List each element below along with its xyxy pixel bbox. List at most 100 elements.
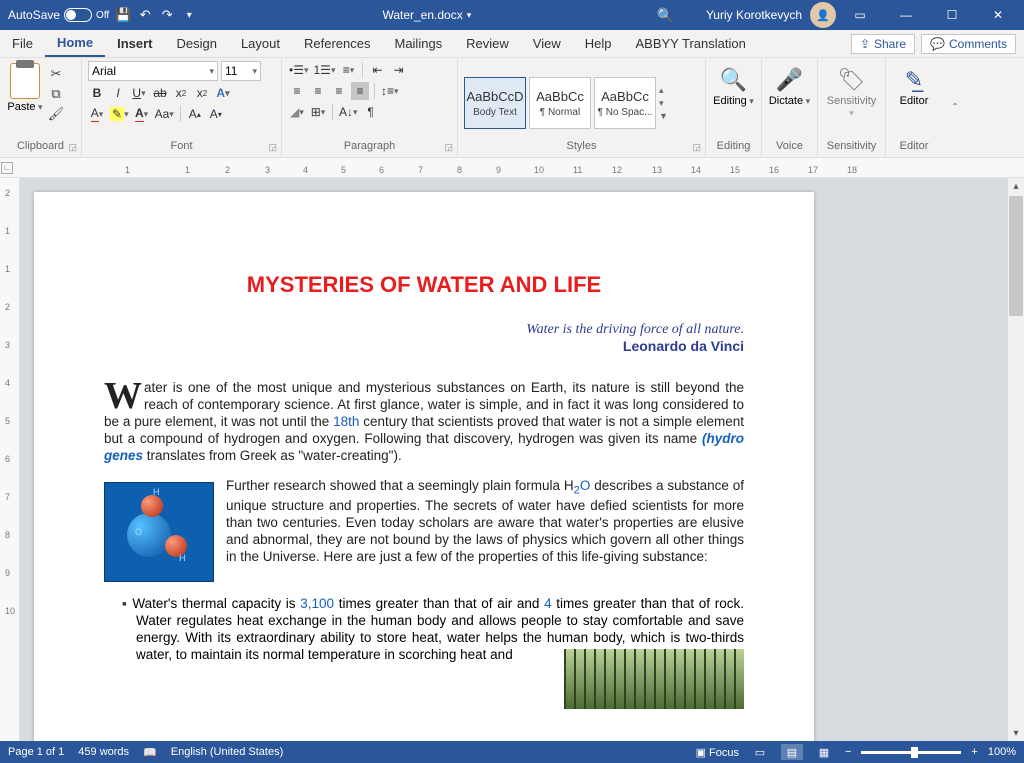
numbering-button[interactable]: 1☰ <box>313 61 337 79</box>
spell-check-icon[interactable]: 📖 <box>143 746 157 759</box>
tab-file[interactable]: File <box>0 30 45 57</box>
forest-image[interactable] <box>564 649 744 709</box>
copy-icon[interactable]: ⧉ <box>47 85 65 103</box>
web-layout-icon[interactable]: ▦ <box>813 744 835 760</box>
share-button[interactable]: ⇪Share <box>851 34 915 54</box>
align-left-button[interactable]: ≡ <box>288 82 306 100</box>
align-center-button[interactable]: ≡ <box>309 82 327 100</box>
scroll-up-icon[interactable]: ▴ <box>1008 178 1024 194</box>
tab-help[interactable]: Help <box>573 30 624 57</box>
tab-view[interactable]: View <box>521 30 573 57</box>
multilevel-button[interactable]: ≡ <box>339 61 357 79</box>
save-icon[interactable]: 💾 <box>115 7 131 23</box>
clipboard-launcher-icon[interactable]: ◲ <box>68 140 77 154</box>
format-painter-icon[interactable]: 🖌 <box>47 105 65 123</box>
zoom-level[interactable]: 100% <box>988 746 1016 758</box>
zoom-slider[interactable] <box>861 751 961 754</box>
scroll-down-icon[interactable]: ▾ <box>1008 725 1024 741</box>
vertical-scrollbar[interactable]: ▴ ▾ <box>1008 178 1024 741</box>
styles-launcher-icon[interactable]: ◲ <box>692 140 701 154</box>
zoom-in-icon[interactable]: + <box>971 746 977 758</box>
undo-icon[interactable]: ↶ <box>137 7 153 23</box>
paste-button[interactable]: Paste <box>6 61 44 113</box>
read-mode-icon[interactable]: ▭ <box>749 744 771 760</box>
tab-mailings[interactable]: Mailings <box>382 30 454 57</box>
decrease-indent-button[interactable]: ⇤ <box>368 61 386 79</box>
voice-label: Voice <box>768 139 811 157</box>
justify-button[interactable]: ≡ <box>351 82 369 100</box>
tab-review[interactable]: Review <box>454 30 521 57</box>
strike-button[interactable]: ab <box>151 84 169 102</box>
page[interactable]: MYSTERIES OF WATER AND LIFE Water is the… <box>34 192 814 741</box>
bold-button[interactable]: B <box>88 84 106 102</box>
styles-down-icon[interactable]: ▾ <box>659 98 675 109</box>
title-dropdown-icon[interactable]: ▾ <box>467 10 472 21</box>
dictate-button[interactable]: 🎤Dictate <box>768 61 811 139</box>
word-count[interactable]: 459 words <box>78 746 129 758</box>
font-name-select[interactable]: Arial▾ <box>88 61 218 81</box>
font-color-button[interactable]: A <box>88 105 106 123</box>
tab-insert[interactable]: Insert <box>105 30 164 57</box>
language-indicator[interactable]: English (United States) <box>171 746 284 758</box>
cut-icon[interactable]: ✂ <box>47 65 65 83</box>
change-case-button[interactable]: Aa <box>154 105 175 123</box>
font-launcher-icon[interactable]: ◲ <box>268 140 277 154</box>
vruler-mark: 3 <box>5 340 10 350</box>
horizontal-ruler[interactable]: ∟ 1123456789101112131415161718 <box>0 158 1024 178</box>
styles-more-icon[interactable]: ▼ <box>659 111 675 121</box>
tab-home[interactable]: Home <box>45 30 105 57</box>
superscript-button[interactable]: x2 <box>193 84 211 102</box>
comments-button[interactable]: 💬Comments <box>921 34 1016 54</box>
autosave-toggle[interactable]: AutoSave Off <box>8 8 109 22</box>
molecule-image[interactable]: H O H <box>104 482 214 582</box>
line-spacing-button[interactable]: ↕≡ <box>380 82 400 100</box>
italic-button[interactable]: I <box>109 84 127 102</box>
ruler-mark: 18 <box>847 165 857 175</box>
font-label: Font <box>170 140 192 152</box>
focus-mode[interactable]: ▣ Focus <box>696 746 739 759</box>
zoom-out-icon[interactable]: − <box>845 746 851 758</box>
ribbon-display-icon[interactable]: ▭ <box>838 0 882 30</box>
text-effects-button[interactable]: A <box>214 84 232 102</box>
collapse-ribbon-icon[interactable]: ˆ <box>953 101 957 115</box>
tab-selector-icon[interactable]: ∟ <box>1 162 13 174</box>
show-marks-button[interactable]: ¶ <box>362 103 380 121</box>
minimize-icon[interactable]: — <box>884 0 928 30</box>
borders-button[interactable]: ⊞ <box>309 103 327 121</box>
grow-font-button[interactable]: A▴ <box>186 105 204 123</box>
search-icon[interactable]: 🔍 <box>657 7 674 24</box>
styles-up-icon[interactable]: ▴ <box>659 85 675 96</box>
subscript-button[interactable]: x2 <box>172 84 190 102</box>
print-layout-icon[interactable]: ▤ <box>781 744 803 760</box>
highlight-button[interactable]: ✎ <box>109 105 130 123</box>
editor-button[interactable]: ✎̲Editor <box>892 61 936 139</box>
bullets-button[interactable]: •☰ <box>288 61 310 79</box>
close-icon[interactable]: ✕ <box>976 0 1020 30</box>
shading-button[interactable]: ◢ <box>288 103 306 121</box>
tab-layout[interactable]: Layout <box>229 30 292 57</box>
redo-icon[interactable]: ↷ <box>159 7 175 23</box>
tab-design[interactable]: Design <box>164 30 228 57</box>
qat-more-icon[interactable]: ▾ <box>181 7 197 23</box>
style-normal[interactable]: AaBbCc ¶ Normal <box>529 77 591 129</box>
shading-font-button[interactable]: A <box>133 105 151 123</box>
page-indicator[interactable]: Page 1 of 1 <box>8 746 64 758</box>
tab-references[interactable]: References <box>292 30 382 57</box>
tab-abbyy[interactable]: ABBYY Translation <box>624 30 758 57</box>
align-right-button[interactable]: ≡ <box>330 82 348 100</box>
style-no-spacing[interactable]: AaBbCc ¶ No Spac... <box>594 77 656 129</box>
style-body-text[interactable]: AaBbCcD Body Text <box>464 77 526 129</box>
underline-button[interactable]: U <box>130 84 148 102</box>
vertical-ruler[interactable]: 2112345678910 <box>0 178 20 741</box>
vruler-mark: 9 <box>5 568 10 578</box>
editing-button[interactable]: 🔍Editing <box>712 61 755 139</box>
document-area: 2112345678910 MYSTERIES OF WATER AND LIF… <box>0 178 1024 741</box>
maximize-icon[interactable]: ☐ <box>930 0 974 30</box>
font-size-select[interactable]: 11▾ <box>221 61 261 81</box>
sort-button[interactable]: A↓ <box>338 103 359 121</box>
shrink-font-button[interactable]: A▾ <box>207 105 225 123</box>
avatar[interactable]: 👤 <box>810 2 836 28</box>
paragraph-launcher-icon[interactable]: ◲ <box>444 140 453 154</box>
increase-indent-button[interactable]: ⇥ <box>389 61 407 79</box>
scroll-thumb[interactable] <box>1009 196 1023 316</box>
